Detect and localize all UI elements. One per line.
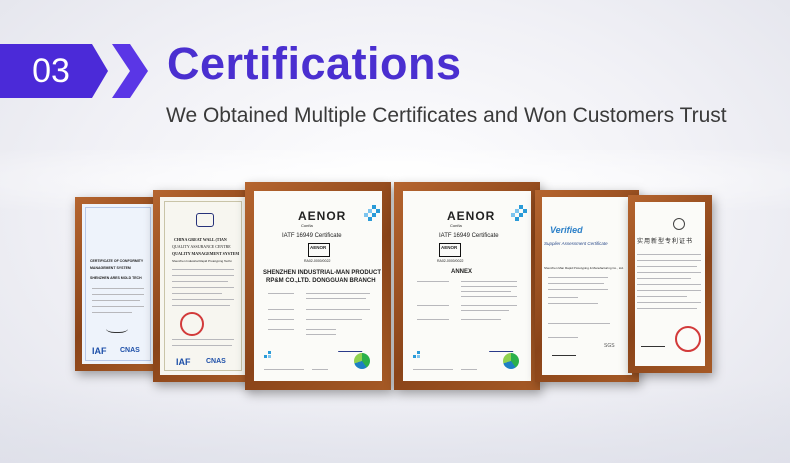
- certificate-5-heading: Supplier Assessment Certificate: [544, 241, 608, 246]
- certificate-4-cube-icon: [511, 205, 527, 221]
- certificate-6-signature: [641, 340, 665, 347]
- certificate-2-red-stamp: [180, 312, 204, 336]
- certificate-4-standard: IATF 16949 Certificate: [439, 233, 499, 239]
- certificate-4-brand-sub: Confía: [450, 223, 462, 228]
- certificate-1-signature: [106, 322, 128, 333]
- certificate-2-heading: QUALITY ASSURANCE CENTRE: [172, 244, 231, 249]
- certificate-4-brand: AENOR: [447, 209, 496, 223]
- certificate-2-paper: CHINA GREAT WALL (TIAN QUALITY ASSURANCE…: [160, 197, 246, 375]
- certificate-6-red-seal: [675, 326, 701, 352]
- certificate-3-standard: IATF 16949 Certificate: [282, 233, 342, 239]
- certificate-frame-3: AENOR Confía IATF 16949 Certificate AENO…: [245, 182, 391, 390]
- certificate-2-logo-iaf: IAF: [176, 357, 191, 367]
- certificate-4-annex: ANNEX: [451, 269, 473, 275]
- certificate-3-brand-sub: Confía: [301, 223, 313, 228]
- certificate-4-small-cube-icon: [413, 351, 423, 361]
- certificate-5-sgs-mark: SGS: [604, 343, 615, 349]
- certificate-4-seal: AENOR: [439, 243, 461, 257]
- section-number: 03: [32, 52, 70, 90]
- certificate-4-paper: AENOR Confía IATF 16949 Certificate AENO…: [403, 191, 531, 381]
- certificate-3-code: RA02-0000/0022: [304, 259, 331, 263]
- floor-reflection: [0, 380, 790, 463]
- certificate-1-company: SHENZHEN ARES MOLD TECH: [90, 276, 142, 280]
- certificate-6-heading: 实用新型专利证书: [637, 239, 694, 245]
- certificate-2-emblem: [196, 213, 214, 227]
- page-title: Certifications: [167, 38, 462, 89]
- certificate-5-paper: Verified Supplier Assessment Certificate…: [542, 197, 632, 375]
- certificate-4-signature: [488, 341, 518, 352]
- certificate-1-paper: CERTIFICATE OF CONFORMITY MANAGEMENT SYS…: [82, 204, 154, 364]
- certificate-6-emblem: [673, 218, 685, 230]
- certificate-frame-4: AENOR Confía IATF 16949 Certificate AENO…: [394, 182, 540, 390]
- certificate-frame-2: CHINA GREAT WALL (TIAN QUALITY ASSURANCE…: [153, 190, 253, 382]
- certificate-4-green-logo: [503, 353, 519, 369]
- certificate-3-cube-icon: [364, 205, 380, 221]
- certificate-1-heading: CERTIFICATE OF CONFORMITY: [90, 259, 144, 263]
- certificate-2-line3: QUALITY MANAGEMENT SYSTEM: [172, 251, 240, 256]
- certificate-frame-6: 实用新型专利证书: [628, 195, 712, 373]
- certificate-5-brand: Verified: [550, 225, 583, 235]
- certificate-5-company: Shenzhen Man Rapid Prototyping & Manufac…: [544, 266, 624, 270]
- certificate-3-brand: AENOR: [298, 209, 347, 223]
- certificate-3-company-line2: RP&M CO.,LTD. DONGGUAN BRANCH: [266, 278, 376, 284]
- section-badge: 03: [0, 44, 150, 98]
- certificate-6-paper: 实用新型专利证书: [635, 202, 705, 366]
- certificate-3-green-logo: [354, 353, 370, 369]
- certificate-frame-5: Verified Supplier Assessment Certificate…: [535, 190, 639, 382]
- certificate-frame-1: CERTIFICATE OF CONFORMITY MANAGEMENT SYS…: [75, 197, 161, 371]
- certificate-2-logo-cnas: CNAS: [206, 358, 226, 365]
- certificate-4-code: RA02-0000/0022: [437, 259, 464, 263]
- certificate-3-company-line1: SHENZHEN INDUSTRIAL-MAN PRODUCT: [263, 270, 381, 276]
- certificate-1-logo-iaf: IAF: [92, 346, 107, 356]
- certificate-5-signature: [552, 347, 576, 356]
- certificate-2-company: Shenzhen Industrial Rapid Prototyping Te…: [172, 259, 232, 263]
- certificate-3-small-cube-icon: [264, 351, 274, 361]
- certificate-3-signature: [337, 341, 367, 352]
- certificate-3-paper: AENOR Confía IATF 16949 Certificate AENO…: [254, 191, 382, 381]
- certificate-1-logo-cnas: CNAS: [120, 347, 140, 354]
- certificate-3-seal: AENOR: [308, 243, 330, 257]
- certificate-2-issuer: CHINA GREAT WALL (TIAN: [174, 237, 227, 242]
- page-subtitle: We Obtained Multiple Certificates and Wo…: [166, 104, 727, 127]
- certificate-1-line2: MANAGEMENT SYSTEM: [90, 266, 131, 270]
